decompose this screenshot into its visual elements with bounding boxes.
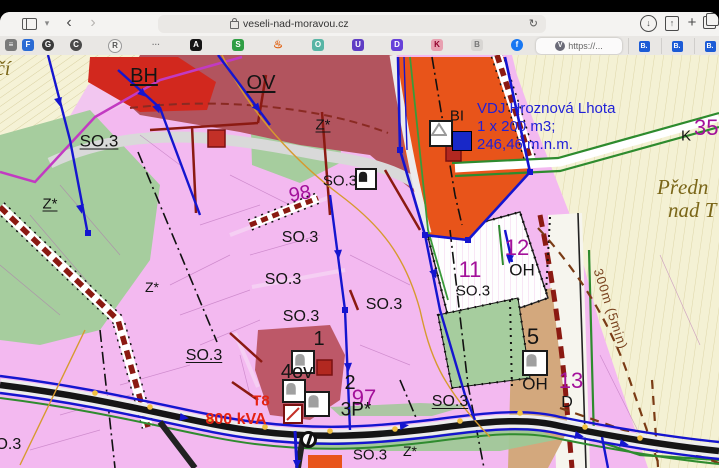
favicon[interactable]: U xyxy=(352,39,364,51)
zone-label-so3: SO.3 xyxy=(323,174,357,189)
reservoir-annotation: VDJ Hroznová Lhota xyxy=(477,101,615,116)
favicon[interactable]: ≡ xyxy=(5,39,17,51)
favicon[interactable]: ··· xyxy=(150,39,162,51)
zone-label-bi: BI xyxy=(450,109,464,124)
favicon[interactable]: B xyxy=(471,39,483,51)
transformer-label: T8 xyxy=(252,394,270,409)
favicon[interactable]: S xyxy=(232,39,244,51)
browser-window: ▾ ‹ › veseli-nad-moravou.cz ↻ ↓ ↑ + ≡ F … xyxy=(0,12,719,468)
favicon[interactable]: F xyxy=(22,39,34,51)
tab[interactable]: B. xyxy=(628,38,659,54)
favicon[interactable]: A xyxy=(190,39,202,51)
zone-label-so3: SO.3 xyxy=(265,272,301,288)
reload-icon[interactable]: ↻ xyxy=(529,17,538,30)
zoning-map[interactable]: čí BH OV Z* SO.3 SO.3 98 Z* Z* SO.3 SO.3… xyxy=(0,55,719,468)
tab-favicon: V xyxy=(555,41,565,51)
reservoir-annotation: 246,46 m.n.m. xyxy=(477,137,573,152)
locality-name: nad T xyxy=(668,200,716,221)
parcel-number: 13 xyxy=(559,370,583,392)
well-icon xyxy=(300,431,317,448)
parcel-number: 1 xyxy=(313,329,324,349)
zone-label-so3: SO.3 xyxy=(283,309,319,325)
zone-label-z: Z* xyxy=(145,280,159,294)
new-tab-button[interactable]: + xyxy=(683,14,701,32)
house-icon xyxy=(522,350,548,376)
zone-label-so3: SO.3 xyxy=(80,133,119,150)
parcel-number: 12 xyxy=(505,237,529,259)
parcel-number: 98 xyxy=(287,182,312,206)
zone-label-ov: OV xyxy=(247,73,276,93)
zone-label-so3: SO.3 xyxy=(282,230,318,246)
reservoir-annotation: 1 x 200 m3; xyxy=(477,119,555,134)
zone-label-so3: SO.3 xyxy=(186,348,222,364)
house-icon xyxy=(304,391,330,417)
back-button[interactable]: ‹ xyxy=(60,14,78,32)
parcel-number: 3P* xyxy=(341,401,372,420)
tab[interactable]: B. xyxy=(694,38,719,54)
downloads-button[interactable]: ↓ xyxy=(640,15,657,32)
route-label-k: K xyxy=(681,129,691,144)
lock-icon xyxy=(230,21,239,29)
slashed-square-icon xyxy=(283,404,303,424)
tab[interactable]: B. xyxy=(661,38,692,54)
zone-label-so3: SO.3 xyxy=(366,297,402,313)
zone-label-d: D xyxy=(561,395,573,411)
zone-label-oh: OH xyxy=(509,262,535,279)
tab-title: https://... xyxy=(568,41,603,51)
zone-label-z: Z* xyxy=(403,444,417,458)
browser-toolbar: ▾ ‹ › veseli-nad-moravou.cz ↻ ↓ ↑ + xyxy=(0,12,719,36)
favicon[interactable]: K xyxy=(431,39,443,51)
locality-name: čí xyxy=(0,59,10,79)
address-bar[interactable]: veseli-nad-moravou.cz ↻ xyxy=(158,15,546,33)
pump-station-icon xyxy=(452,131,472,151)
locality-name: Předn xyxy=(657,177,708,198)
favicon[interactable]: G xyxy=(42,39,54,51)
transformer-capacity-label: 800 kVA xyxy=(205,412,266,428)
favicon[interactable]: O xyxy=(312,39,324,51)
zone-label-so3: SO.3 xyxy=(353,448,387,463)
favicon[interactable]: R xyxy=(108,39,122,53)
zone-label-bh: BH xyxy=(130,66,158,86)
zone-label-z: Z* xyxy=(316,118,331,133)
zone-label-z: Z* xyxy=(43,197,58,212)
monument-icon xyxy=(355,168,377,190)
sidebar-icon[interactable] xyxy=(22,18,37,30)
forward-button[interactable]: › xyxy=(84,14,102,32)
favicon[interactable]: f xyxy=(511,39,523,51)
tab-overview-button[interactable] xyxy=(703,16,716,29)
favorites-bar: ≡ F G C R ··· A S ♨ O U D K B f V https:… xyxy=(0,36,719,56)
zone-label-oh: OH xyxy=(522,376,548,393)
favicon[interactable]: D xyxy=(391,39,403,51)
zone-label-so3: SO.3 xyxy=(456,284,490,299)
url-text: veseli-nad-moravou.cz xyxy=(230,17,349,31)
chevron-down-icon[interactable]: ▾ xyxy=(38,14,56,32)
parcel-number: 5 xyxy=(527,326,539,348)
zone-label-so3: SO.3 xyxy=(0,437,21,453)
parcel-number: 11 xyxy=(459,259,482,281)
parcel-number: 4ov xyxy=(281,362,313,382)
share-button[interactable]: ↑ xyxy=(665,16,679,31)
favicon[interactable]: C xyxy=(70,39,82,51)
route-number: 35 xyxy=(694,117,718,139)
favicon[interactable]: ♨ xyxy=(272,39,284,51)
zone-label-so3: SO.3 xyxy=(432,394,468,410)
active-tab[interactable]: V https://... xyxy=(536,38,622,54)
